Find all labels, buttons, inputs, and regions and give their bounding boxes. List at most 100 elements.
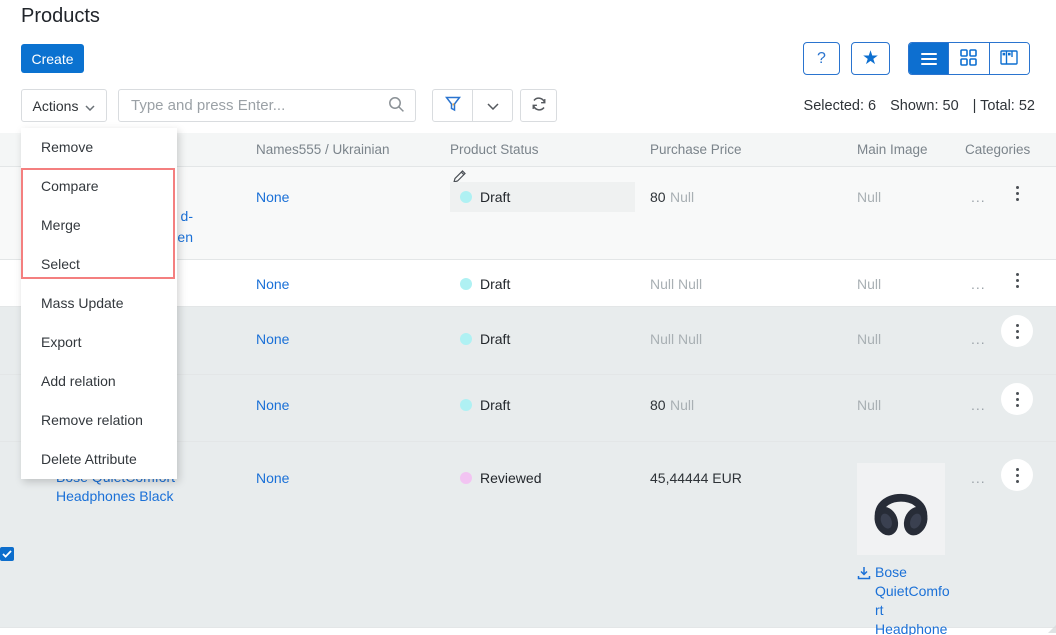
header-categories[interactable]: Categories xyxy=(965,142,1035,157)
main-image-cell: Null xyxy=(849,167,965,259)
product-status-cell: Draft xyxy=(450,167,650,259)
refresh-button[interactable] xyxy=(520,89,557,122)
purchase-price-cell: Null Null xyxy=(650,307,849,374)
record-counts: Selected: 6 Shown: 50 | Total: 52 xyxy=(700,89,1035,122)
product-image-thumbnail[interactable] xyxy=(857,463,945,555)
header-names555[interactable]: Names555 / Ukrainian xyxy=(250,142,450,157)
view-mode-toggle xyxy=(908,42,1030,75)
search-icon xyxy=(388,96,405,116)
categories-cell: ... xyxy=(965,167,1035,259)
product-status-cell: Draft xyxy=(450,307,650,374)
grid-view-icon xyxy=(960,49,977,69)
header-product-status[interactable]: Product Status xyxy=(450,142,650,157)
actions-dropdown-button[interactable]: Actions xyxy=(21,89,107,122)
main-image-cell: Bose QuietComfort Headphones Black-1.png xyxy=(849,442,965,627)
actions-label: Actions xyxy=(33,98,79,114)
search-box xyxy=(118,89,416,122)
row-menu-button[interactable] xyxy=(1001,383,1033,415)
kebab-icon xyxy=(1016,273,1019,288)
product-status-cell: Reviewed xyxy=(450,442,650,627)
search-submit-button[interactable] xyxy=(377,90,415,121)
menu-item-export[interactable]: Export xyxy=(21,323,177,362)
header-main-image[interactable]: Main Image xyxy=(849,142,965,157)
product-status-cell: Draft xyxy=(450,375,650,441)
list-view-button[interactable] xyxy=(909,43,948,74)
row-menu-button[interactable] xyxy=(1001,459,1033,491)
status-dot xyxy=(460,472,472,484)
status-dot xyxy=(460,333,472,345)
row-menu-button[interactable] xyxy=(1007,177,1027,209)
menu-item-compare[interactable]: Compare xyxy=(21,167,177,206)
names555-link[interactable]: None xyxy=(256,276,289,292)
menu-item-mass-update[interactable]: Mass Update xyxy=(21,284,177,323)
image-file-link[interactable]: Bose QuietComfort Headphones Black-1.png xyxy=(857,563,951,635)
main-image-cell: Null xyxy=(849,260,965,306)
names555-cell: None xyxy=(250,442,450,627)
kebab-icon xyxy=(1016,324,1019,339)
row-checkbox[interactable] xyxy=(0,547,14,561)
chevron-down-icon xyxy=(487,98,499,113)
categories-more[interactable]: ... xyxy=(965,167,986,205)
search-input[interactable] xyxy=(119,97,377,114)
names555-cell: None xyxy=(250,307,450,374)
chevron-down-icon xyxy=(85,98,95,114)
total-count: | Total: 52 xyxy=(973,98,1035,114)
main-image-cell: Null xyxy=(849,307,965,374)
menu-item-select[interactable]: Select xyxy=(21,245,177,284)
row-menu-button[interactable] xyxy=(1007,264,1027,296)
categories-more[interactable]: ... xyxy=(965,307,986,347)
purchase-price-cell: Null Null xyxy=(650,260,849,306)
list-view-icon xyxy=(921,53,937,65)
kanban-view-icon xyxy=(1000,50,1018,68)
kebab-icon xyxy=(1016,468,1019,483)
header-purchase-price[interactable]: Purchase Price xyxy=(650,142,849,157)
names555-cell: None xyxy=(250,260,450,306)
kebab-icon xyxy=(1016,392,1019,407)
categories-cell: ... xyxy=(965,307,1035,374)
headphones-image xyxy=(863,471,939,547)
page-title: Products xyxy=(21,5,100,28)
filter-button[interactable] xyxy=(433,90,472,121)
kanban-view-button[interactable] xyxy=(989,43,1029,74)
categories-more[interactable]: ... xyxy=(965,375,986,413)
names555-cell: None xyxy=(250,375,450,441)
status-inline-edit[interactable]: Draft xyxy=(450,182,635,212)
categories-more[interactable]: ... xyxy=(965,260,986,292)
products-list-page: Products Create ? ★ xyxy=(0,0,1056,635)
product-status-cell: Draft xyxy=(450,260,650,306)
categories-cell: ... xyxy=(965,375,1035,441)
names555-cell: None xyxy=(250,167,450,259)
menu-item-remove[interactable]: Remove xyxy=(21,128,177,167)
help-button[interactable]: ? xyxy=(803,42,840,75)
actions-dropdown-menu: Remove Compare Merge Select Mass Update … xyxy=(21,128,177,479)
row-menu-button[interactable] xyxy=(1001,315,1033,347)
menu-item-remove-relation[interactable]: Remove relation xyxy=(21,401,177,440)
names555-link[interactable]: None xyxy=(256,397,289,413)
scroll-corner xyxy=(1048,619,1056,633)
shown-count: Shown: 50 xyxy=(890,98,959,114)
main-image-cell: Null xyxy=(849,375,965,441)
selected-count: Selected: 6 xyxy=(804,98,877,114)
status-dot xyxy=(460,399,472,411)
purchase-price-cell: 80 Null xyxy=(650,375,849,441)
grid-view-button[interactable] xyxy=(948,43,988,74)
purchase-price-cell: 45,44444 EUR xyxy=(650,442,849,627)
menu-item-delete-attribute[interactable]: Delete Attribute xyxy=(21,440,177,479)
star-icon: ★ xyxy=(862,49,879,68)
menu-item-add-relation[interactable]: Add relation xyxy=(21,362,177,401)
kebab-icon xyxy=(1016,186,1019,201)
create-button[interactable]: Create xyxy=(21,44,84,73)
categories-cell: ... xyxy=(965,260,1035,306)
favorites-button[interactable]: ★ xyxy=(851,42,890,75)
names555-link[interactable]: None xyxy=(256,331,289,347)
filter-group xyxy=(432,89,513,122)
filter-dropdown-button[interactable] xyxy=(472,90,512,121)
status-dot xyxy=(460,278,472,290)
menu-item-merge[interactable]: Merge xyxy=(21,206,177,245)
question-mark-icon: ? xyxy=(817,50,826,68)
names555-link[interactable]: None xyxy=(256,470,289,486)
categories-cell: ... xyxy=(965,442,1035,627)
funnel-icon xyxy=(445,96,461,115)
categories-more[interactable]: ... xyxy=(965,442,986,486)
names555-link[interactable]: None xyxy=(256,189,289,205)
